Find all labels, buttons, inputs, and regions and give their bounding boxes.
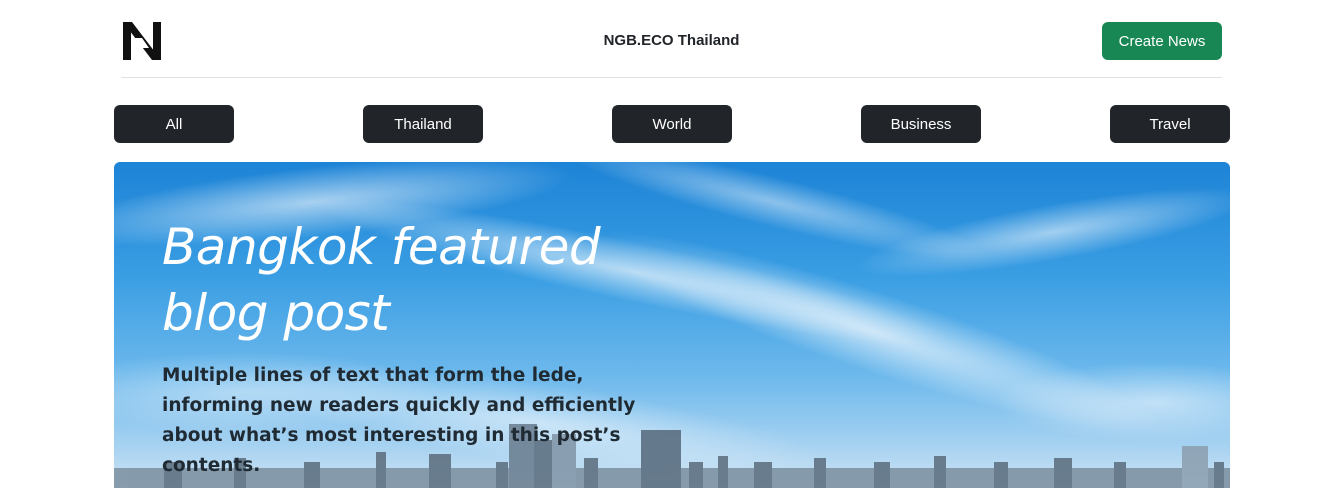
- category-all-button[interactable]: All: [114, 105, 234, 143]
- site-header: NGB.ECO Thailand Create News: [121, 0, 1222, 78]
- category-thailand-button[interactable]: Thailand: [363, 105, 483, 143]
- category-nav: All Thailand World Business Travel: [114, 105, 1230, 143]
- featured-post-hero[interactable]: Bangkok featured blog post Multiple line…: [114, 162, 1230, 488]
- category-world-button[interactable]: World: [612, 105, 732, 143]
- category-travel-button[interactable]: Travel: [1110, 105, 1230, 143]
- create-news-button[interactable]: Create News: [1102, 22, 1222, 60]
- category-business-button[interactable]: Business: [861, 105, 981, 143]
- hero-lede: Multiple lines of text that form the led…: [162, 365, 636, 476]
- hero-title: Bangkok featured blog post: [162, 218, 601, 342]
- site-title: NGB.ECO Thailand: [603, 32, 740, 49]
